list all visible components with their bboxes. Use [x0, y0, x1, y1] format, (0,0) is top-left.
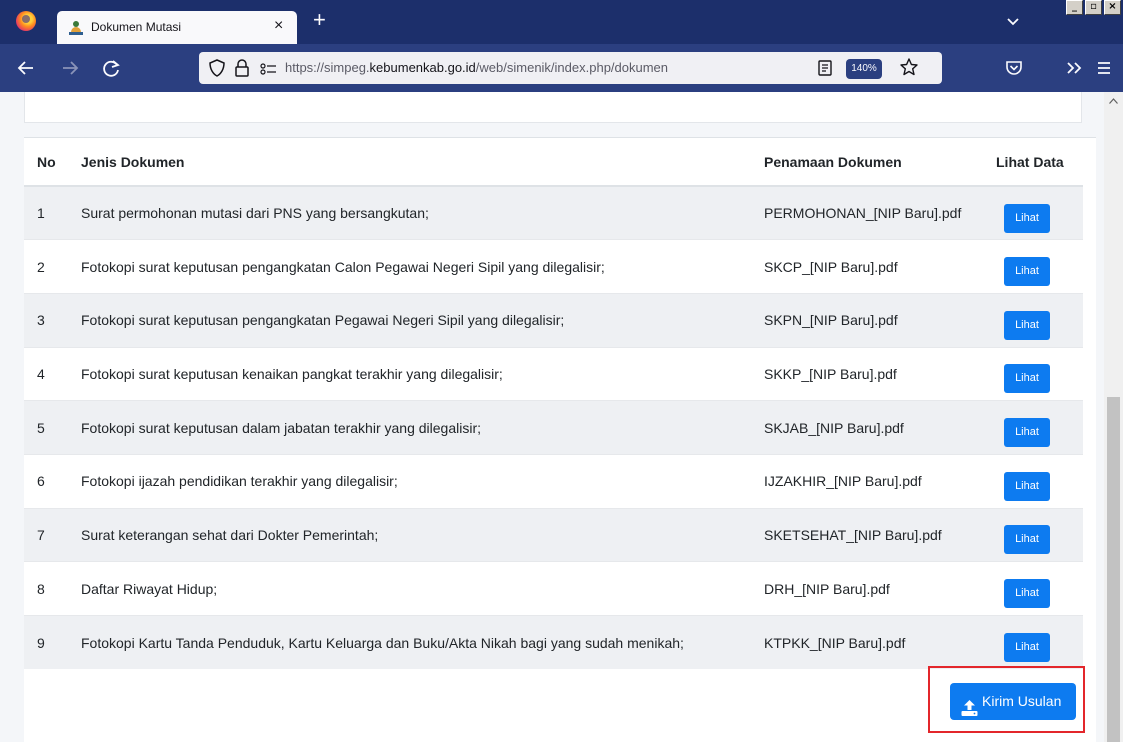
lihat-button[interactable]: Lihat: [1004, 471, 1050, 501]
pocket-icon[interactable]: [1004, 56, 1024, 80]
reader-view-icon[interactable]: [817, 60, 833, 76]
lihat-button[interactable]: Lihat: [1004, 633, 1050, 663]
row-number: 5: [24, 400, 81, 455]
kirim-usulan-label: Kirim Usulan: [982, 693, 1062, 709]
document-filename: SKCP_[NIP Baru].pdf: [764, 239, 996, 294]
document-type: Fotokopi surat keputusan pengangkatan Ca…: [81, 239, 764, 294]
reload-icon[interactable]: [100, 56, 122, 80]
document-type: Fotokopi surat keputusan kenaikan pangka…: [81, 346, 764, 401]
table-row: 5 Fotokopi surat keputusan dalam jabatan…: [24, 400, 1083, 455]
document-table-card: No Jenis Dokumen Penamaan Dokumen Lihat …: [24, 137, 1096, 742]
table-header-row: No Jenis Dokumen Penamaan Dokumen Lihat …: [24, 138, 1083, 187]
document-filename: IJZAKHIR_[NIP Baru].pdf: [764, 453, 996, 509]
bookmark-star-icon[interactable]: [899, 57, 919, 77]
document-type: Fotokopi surat keputusan dalam jabatan t…: [81, 400, 764, 455]
table-row: 9 Fotokopi Kartu Tanda Penduduk, Kartu K…: [24, 615, 1083, 670]
header-lihat-data: Lihat Data: [996, 138, 1083, 187]
close-window-button[interactable]: ×: [1104, 0, 1121, 15]
table-row: 3 Fotokopi surat keputusan pengangkatan …: [24, 292, 1083, 348]
url-path: /web/simenik/index.php/dokumen: [475, 60, 669, 75]
row-number: 8: [24, 561, 81, 616]
lihat-button[interactable]: Lihat: [1004, 203, 1050, 233]
forward-arrow-icon[interactable]: [60, 56, 80, 80]
table-row: 1 Surat permohonan mutasi dari PNS yang …: [24, 185, 1083, 240]
firefox-logo-icon[interactable]: [16, 11, 36, 31]
maximize-button[interactable]: ▫: [1085, 0, 1102, 15]
page-scrollbar[interactable]: [1104, 92, 1123, 742]
row-number: 7: [24, 507, 81, 562]
document-type: Fotokopi Kartu Tanda Penduduk, Kartu Kel…: [81, 615, 764, 670]
lihat-button[interactable]: Lihat: [1004, 579, 1050, 609]
browser-tab-bar: Dokumen Mutasi × + _ ▫ ×: [0, 0, 1123, 44]
lihat-button[interactable]: Lihat: [1004, 525, 1050, 555]
scroll-up-arrow-icon[interactable]: [1109, 98, 1118, 104]
row-number: 9: [24, 615, 81, 670]
url-scheme: https://simpeg.: [285, 60, 370, 75]
row-number: 3: [24, 292, 81, 348]
minimize-button[interactable]: _: [1066, 0, 1083, 15]
document-filename: SKKP_[NIP Baru].pdf: [764, 346, 996, 401]
upload-icon: [961, 693, 978, 716]
tracking-protection-shield-icon[interactable]: [209, 59, 225, 77]
table-row: 4 Fotokopi surat keputusan kenaikan pang…: [24, 346, 1083, 401]
tab-title: Dokumen Mutasi: [91, 20, 182, 34]
chevron-down-icon[interactable]: [1004, 12, 1022, 30]
zoom-level-badge[interactable]: 140%: [846, 59, 882, 79]
document-filename: PERMOHONAN_[NIP Baru].pdf: [764, 185, 996, 240]
back-arrow-icon[interactable]: [16, 56, 36, 80]
document-table: No Jenis Dokumen Penamaan Dokumen Lihat …: [24, 138, 1083, 670]
url-text[interactable]: https://simpeg.kebumenkab.go.id/web/sime…: [285, 60, 668, 75]
document-filename: SKJAB_[NIP Baru].pdf: [764, 400, 996, 455]
tab-dokumen-mutasi[interactable]: Dokumen Mutasi ×: [57, 11, 297, 44]
site-favicon-icon: [69, 21, 83, 35]
lihat-button[interactable]: Lihat: [1004, 418, 1050, 448]
header-no: No: [24, 138, 81, 187]
row-number: 4: [24, 346, 81, 401]
row-number: 1: [24, 185, 81, 240]
navigation-bar: https://simpeg.kebumenkab.go.id/web/sime…: [0, 44, 1123, 92]
row-number: 2: [24, 239, 81, 294]
window-controls: _ ▫ ×: [1066, 0, 1123, 15]
url-domain: kebumenkab.go.id: [369, 60, 476, 75]
page-content: No Jenis Dokumen Penamaan Dokumen Lihat …: [0, 92, 1104, 742]
document-filename: KTPKK_[NIP Baru].pdf: [764, 615, 996, 670]
new-tab-button[interactable]: +: [313, 9, 326, 31]
url-bar[interactable]: https://simpeg.kebumenkab.go.id/web/sime…: [199, 52, 942, 84]
tab-close-icon[interactable]: ×: [274, 17, 283, 35]
kirim-usulan-button[interactable]: Kirim Usulan: [950, 683, 1076, 720]
document-type: Fotokopi ijazah pendidikan terakhir yang…: [81, 453, 764, 509]
document-filename: DRH_[NIP Baru].pdf: [764, 561, 996, 616]
permissions-icon[interactable]: [259, 62, 277, 75]
lock-icon[interactable]: [235, 59, 249, 77]
lihat-button[interactable]: Lihat: [1004, 257, 1050, 287]
header-jenis-dokumen: Jenis Dokumen: [81, 138, 764, 187]
document-type: Surat keterangan sehat dari Dokter Pemer…: [81, 507, 764, 562]
table-row: 6 Fotokopi ijazah pendidikan terakhir ya…: [24, 453, 1083, 509]
document-type: Fotokopi surat keputusan pengangkatan Pe…: [81, 292, 764, 348]
lihat-button[interactable]: Lihat: [1004, 310, 1050, 340]
document-type: Daftar Riwayat Hidup;: [81, 561, 764, 616]
table-row: 2 Fotokopi surat keputusan pengangkatan …: [24, 239, 1083, 294]
document-filename: SKPN_[NIP Baru].pdf: [764, 292, 996, 348]
scrollbar-thumb[interactable]: [1107, 397, 1120, 742]
table-row: 7 Surat keterangan sehat dari Dokter Pem…: [24, 507, 1083, 562]
document-filename: SKETSEHAT_[NIP Baru].pdf: [764, 507, 996, 562]
lihat-button[interactable]: Lihat: [1004, 364, 1050, 394]
table-row: 8 Daftar Riwayat Hidup; DRH_[NIP Baru].p…: [24, 561, 1083, 616]
header-penamaan-dokumen: Penamaan Dokumen: [764, 138, 996, 187]
row-number: 6: [24, 453, 81, 509]
hamburger-menu-icon[interactable]: [1094, 56, 1114, 80]
overflow-chevrons-icon[interactable]: [1064, 56, 1084, 80]
document-type: Surat permohonan mutasi dari PNS yang be…: [81, 185, 764, 240]
previous-card: [24, 92, 1082, 123]
